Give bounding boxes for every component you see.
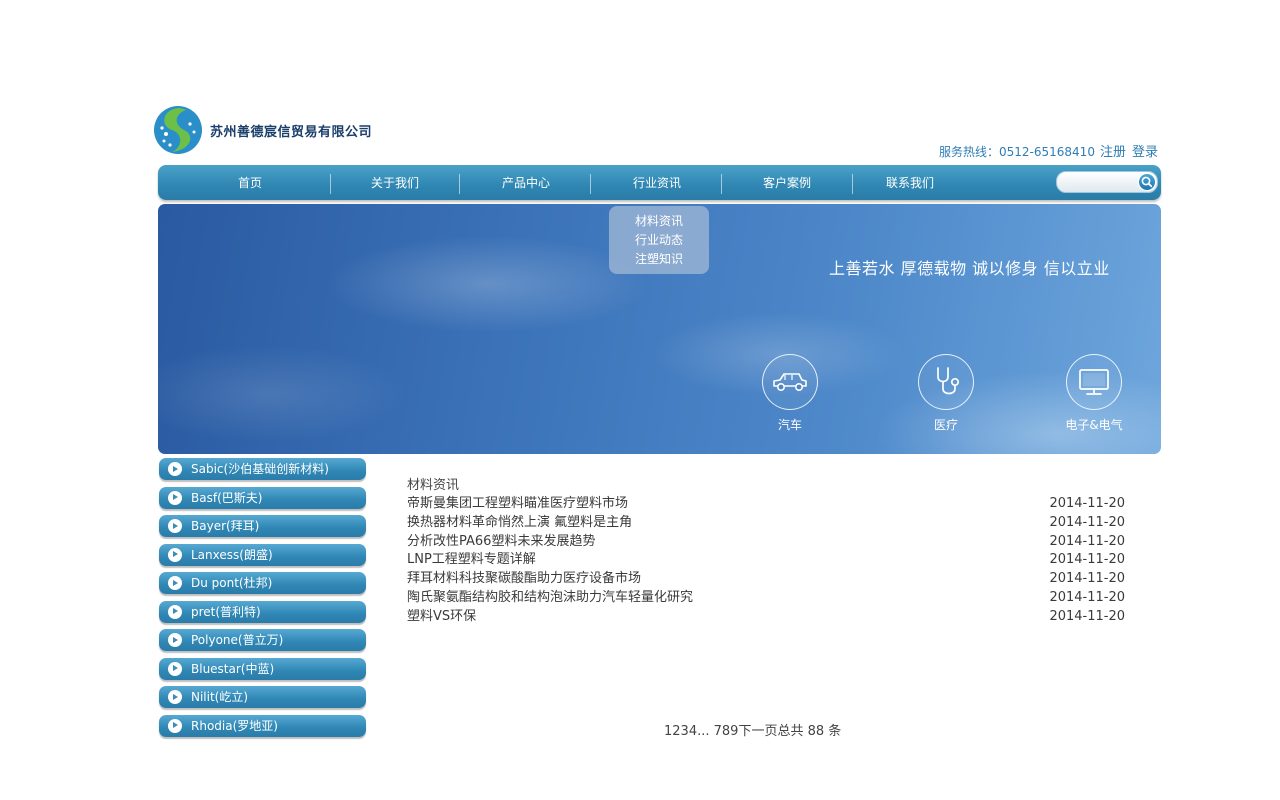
- news-title-link[interactable]: 换热器材料革命悄然上演 氟塑料是主角: [407, 514, 632, 533]
- dropdown-item-industry-trends[interactable]: 行业动态: [609, 231, 709, 250]
- search-input[interactable]: [1057, 175, 1139, 193]
- category-auto[interactable]: 汽车: [760, 354, 820, 433]
- hotline: 服务热线：0512-65168410: [939, 145, 1095, 159]
- category-label: 医疗: [933, 418, 958, 432]
- news-date: 2014-11-20: [1049, 533, 1125, 549]
- brand-item-basf[interactable]: Basf(巴斯夫): [159, 486, 366, 509]
- news-date: 2014-11-20: [1049, 571, 1125, 587]
- nav-industry-news[interactable]: 行业资讯: [592, 165, 722, 200]
- news-title-link[interactable]: 分析改性PA66塑料未来发展趋势: [407, 533, 595, 552]
- list-item: 拜耳材料科技聚碳酸酯助力医疗设备市场 2014-11-20: [407, 570, 1125, 589]
- news-title-link[interactable]: 陶氏聚氨酯结构胶和结构泡沫助力汽车轻量化研究: [407, 589, 693, 608]
- nav-about[interactable]: 关于我们: [332, 165, 458, 200]
- nav-divider: [590, 174, 591, 194]
- arrow-right-icon: [168, 633, 182, 647]
- total-count: 总共 88 条: [777, 724, 842, 739]
- dropdown-item-injection-knowledge[interactable]: 注塑知识: [609, 250, 709, 269]
- next-page-link[interactable]: 下一页: [738, 724, 777, 739]
- brand-label: Du pont(杜邦): [191, 576, 273, 590]
- list-item: LNP工程塑料专题详解 2014-11-20: [407, 551, 1125, 570]
- news-date: 2014-11-20: [1049, 514, 1125, 530]
- arrow-right-icon: [168, 547, 182, 562]
- arrow-right-icon: [168, 718, 182, 733]
- news-title-link[interactable]: LNP工程塑料专题详解: [407, 551, 536, 570]
- brand-item-rhodia[interactable]: Rhodia(罗地亚): [159, 714, 366, 737]
- brand-label: Lanxess(朗盛): [191, 547, 273, 562]
- company-name: 苏州善德宸信贸易有限公司: [210, 124, 373, 140]
- arrow-right-icon: [168, 519, 182, 533]
- dropdown-item-material-news[interactable]: 材料资讯: [609, 212, 709, 231]
- nav-divider: [721, 174, 722, 194]
- arrow-right-icon: [168, 661, 182, 676]
- brand-list: Sabic(沙伯基础创新材料) Basf(巴斯夫) Bayer(拜耳) Lanx…: [159, 458, 366, 743]
- news-date: 2014-11-20: [1049, 552, 1125, 568]
- brand-label: Sabic(沙伯基础创新材料): [191, 462, 329, 476]
- news-title-link[interactable]: 塑料VS环保: [407, 608, 476, 627]
- brand-label: Bayer(拜耳): [191, 519, 260, 533]
- brand-item-lanxess[interactable]: Lanxess(朗盛): [159, 543, 366, 566]
- category-electronics[interactable]: 电子&电气: [1064, 354, 1124, 433]
- nav-cases[interactable]: 客户案例: [723, 165, 851, 200]
- brand-item-dupont[interactable]: Du pont(杜邦): [159, 572, 366, 594]
- arrow-right-icon: [168, 490, 182, 505]
- list-item: 塑料VS环保 2014-11-20: [407, 608, 1125, 627]
- list-item: 换热器材料革命悄然上演 氟塑料是主角 2014-11-20: [407, 514, 1125, 533]
- industry-news-dropdown: 材料资讯 行业动态 注塑知识: [609, 206, 709, 274]
- brand-item-bayer[interactable]: Bayer(拜耳): [159, 515, 366, 537]
- brand-label: pret(普利特): [191, 604, 261, 619]
- auth-links: 注册 登录: [1100, 141, 1158, 160]
- brand-item-pret[interactable]: pret(普利特): [159, 600, 366, 623]
- logo-icon: [154, 106, 202, 154]
- brand-item-bluestar[interactable]: Bluestar(中蓝): [159, 657, 366, 680]
- list-item: 陶氏聚氨酯结构胶和结构泡沫助力汽车轻量化研究 2014-11-20: [407, 589, 1125, 608]
- list-item: 帝斯曼集团工程塑料瞄准医疗塑料市场 2014-11-20: [407, 495, 1125, 514]
- news-section-title: 材料资讯: [407, 478, 460, 493]
- news-date: 2014-11-20: [1049, 496, 1125, 511]
- brand-item-polyone[interactable]: Polyone(普立万): [159, 629, 366, 651]
- pagination: 1234... 789下一页总共 88 条: [664, 720, 841, 739]
- nav-divider: [459, 174, 460, 194]
- brand-item-nilit[interactable]: Nilit(屹立): [159, 686, 366, 708]
- nav-contact[interactable]: 联系我们: [854, 165, 966, 200]
- monitor-icon: [1066, 354, 1122, 410]
- nav-divider: [330, 174, 331, 194]
- search-icon: [1141, 176, 1153, 188]
- arrow-right-icon: [168, 576, 182, 590]
- category-label: 汽车: [777, 418, 802, 432]
- news-date: 2014-11-20: [1049, 589, 1125, 605]
- nav-divider: [852, 174, 853, 194]
- list-item: 分析改性PA66塑料未来发展趋势 2014-11-20: [407, 533, 1125, 552]
- main-nav: 首页 关于我们 产品中心 行业资讯 客户案例 联系我们: [158, 165, 1161, 200]
- news-date: 2014-11-20: [1049, 608, 1125, 624]
- arrow-right-icon: [168, 462, 182, 476]
- register-link[interactable]: 注册: [1100, 141, 1126, 160]
- news-title-link[interactable]: 拜耳材料科技聚碳酸酯助力医疗设备市场: [407, 570, 641, 589]
- search-box: [1056, 171, 1158, 193]
- logo[interactable]: 苏州善德宸信贸易有限公司: [152, 104, 372, 156]
- banner-slogan: 上善若水 厚德载物 诚以修身 信以立业: [829, 259, 1110, 278]
- brand-item-sabic[interactable]: Sabic(沙伯基础创新材料): [159, 458, 366, 480]
- arrow-right-icon: [168, 690, 182, 704]
- news-list: 帝斯曼集团工程塑料瞄准医疗塑料市场 2014-11-20 换热器材料革命悄然上演 …: [407, 495, 1125, 627]
- brand-label: Nilit(屹立): [191, 690, 249, 704]
- news-title-link[interactable]: 帝斯曼集团工程塑料瞄准医疗塑料市场: [407, 495, 628, 514]
- category-label: 电子&电气: [1065, 418, 1123, 432]
- arrow-right-icon: [168, 604, 182, 619]
- car-icon: [762, 354, 818, 410]
- category-medical[interactable]: 医疗: [916, 354, 976, 433]
- nav-home[interactable]: 首页: [180, 165, 320, 200]
- brand-label: Rhodia(罗地亚): [191, 718, 278, 733]
- page-numbers[interactable]: 1234... 789: [664, 724, 738, 739]
- login-link[interactable]: 登录: [1132, 141, 1158, 160]
- stethoscope-icon: [918, 354, 974, 410]
- brand-label: Bluestar(中蓝): [191, 661, 275, 676]
- search-button[interactable]: [1138, 173, 1156, 191]
- nav-products[interactable]: 产品中心: [461, 165, 591, 200]
- brand-label: Polyone(普立万): [191, 633, 284, 647]
- brand-label: Basf(巴斯夫): [191, 490, 263, 505]
